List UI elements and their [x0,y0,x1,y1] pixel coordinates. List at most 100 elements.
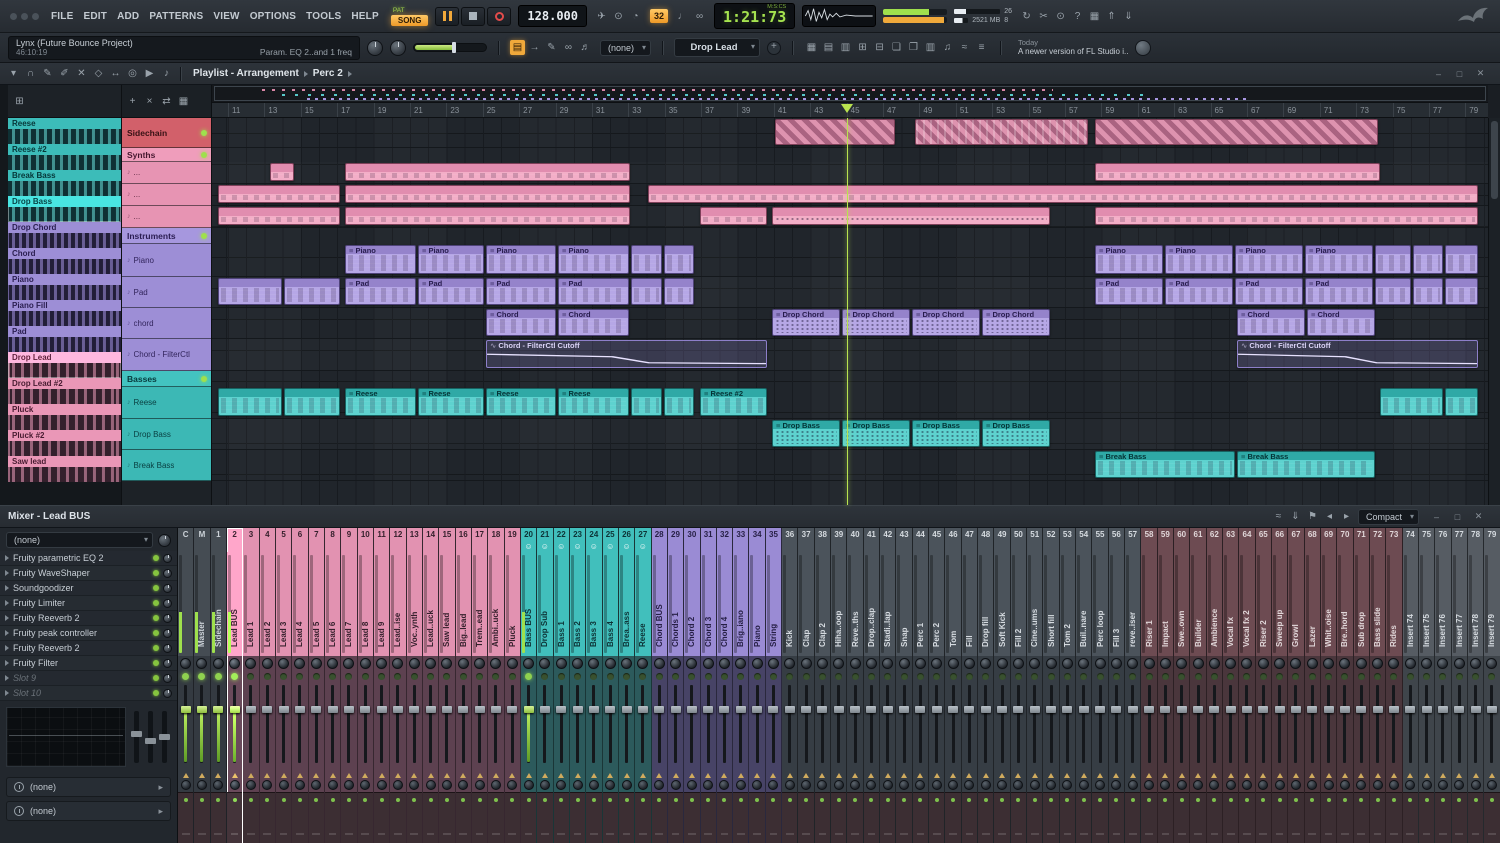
route-area[interactable] [1369,792,1386,843]
fx-slot-arrow-icon[interactable] [5,630,9,636]
fader-handle[interactable] [931,705,942,713]
airplane-icon[interactable]: ✈ [594,9,609,24]
pan-knob[interactable] [211,656,226,670]
fader-handle[interactable] [507,705,518,713]
route-area[interactable] [994,792,1010,843]
route-area[interactable] [194,792,210,843]
channel-name-panel[interactable]: Ambi..uck [488,552,504,656]
route-area[interactable] [210,792,226,843]
route-area[interactable] [259,792,275,843]
mute-led[interactable] [635,670,650,682]
mute-led[interactable] [325,670,340,682]
stereo-knob[interactable] [260,778,275,792]
mute-led[interactable] [1141,670,1156,682]
fader-handle[interactable] [719,705,730,713]
fader-handle[interactable] [1095,705,1106,713]
channel-name-panel[interactable]: Bass 3 [586,552,602,656]
mute-led[interactable] [260,670,275,682]
route-area[interactable] [782,792,798,843]
mute-led[interactable] [684,670,699,682]
fader-handle[interactable] [294,705,305,713]
stereo-knob[interactable] [178,778,193,792]
volume-fader[interactable] [1060,682,1075,766]
mixer-title[interactable]: Mixer - Lead BUS [8,511,90,522]
stereo-knob[interactable] [390,778,405,792]
minimize-button[interactable]: – [1429,509,1444,524]
stereo-knob[interactable] [978,778,993,792]
volume-fader[interactable] [227,682,242,766]
playlist-clip[interactable]: Drop Bass [842,420,910,447]
playlist-clip[interactable]: Pad [1165,278,1233,305]
playlist-grid[interactable]: 11 13 15 17 19 21 23 25 27 29 31 33 35 37 39 41 43 45 47 49… [212,85,1488,505]
playlist-clip[interactable] [631,388,662,416]
volume-fader[interactable] [701,682,716,766]
mute-led[interactable] [488,670,503,682]
volume-fader[interactable] [994,682,1009,766]
automation-clip[interactable]: Chord - FilterCtl Cutoff [486,340,767,368]
playlist-clip[interactable]: Piano [1305,245,1373,274]
volume-fader[interactable] [439,682,454,766]
mute-led[interactable] [1092,670,1107,682]
pan-knob[interactable] [1305,656,1320,670]
mixer-channel[interactable]: 54 Buil..nare [1076,528,1093,843]
fader-handle[interactable] [1339,705,1350,713]
arrow-right-icon[interactable]: → [527,40,542,55]
route-area[interactable] [1027,792,1043,843]
pan-knob[interactable] [1043,656,1058,670]
stereo-knob[interactable] [1011,778,1026,792]
mute-led[interactable] [1403,670,1418,682]
mixer-channel[interactable]: 79 Insert 79 [1484,528,1500,843]
stereo-knob[interactable] [325,778,340,792]
route-area[interactable] [929,792,945,843]
pat-song-toggle[interactable]: PAT SONG [390,7,429,26]
channel-name-panel[interactable]: Insert 79 [1484,552,1500,656]
playlist-clip[interactable]: Drop Chord [842,309,910,336]
channel-name-panel[interactable]: Sidechain [210,552,226,656]
volume-fader[interactable] [1141,682,1156,766]
stereo-knob[interactable] [913,778,928,792]
fader-handle[interactable] [686,705,697,713]
mixer-channel[interactable]: 30 Chord 2 [684,528,701,843]
pan-knob[interactable] [929,656,944,670]
mute-led[interactable] [374,670,389,682]
playlist-clip[interactable] [218,185,340,203]
track-header[interactable]: Drop Bass [122,419,211,450]
mute-led[interactable] [1027,670,1042,682]
mute-led[interactable] [243,670,258,682]
stereo-knob[interactable] [1174,778,1189,792]
playlist-clip[interactable] [664,278,694,305]
channel-name-panel[interactable]: Perc 1 [912,552,929,656]
playlist-clip[interactable]: Drop Chord [772,309,840,336]
channel-name-panel[interactable]: Reve..ths [847,552,863,656]
volume-fader[interactable] [554,682,569,766]
volume-fader[interactable] [1484,682,1499,766]
track-header[interactable]: Break Bass [122,450,211,481]
pattern-item[interactable]: Piano Fill [8,300,121,326]
playlist-clip[interactable]: Pad [486,278,556,305]
volume-fader[interactable] [1403,682,1418,766]
mixer-channel[interactable]: 56 Fill 3 [1108,528,1126,843]
mixer-channel[interactable]: 9 Lead 7 [341,528,358,843]
pan-knob[interactable] [815,656,830,670]
route-area[interactable] [1271,792,1288,843]
playlist-clip[interactable]: Break Bass [1237,451,1375,478]
volume-fader[interactable] [1011,682,1026,766]
channel-name-panel[interactable]: Fill [961,552,978,656]
mixer-channel[interactable]: 36 Kick [782,528,799,843]
track-header[interactable]: Instruments [122,228,211,244]
channel-name-panel[interactable]: Buil..nare [1076,552,1092,656]
volume-fader[interactable] [1419,682,1434,766]
route-area[interactable] [488,792,504,843]
insert-volume-knob[interactable] [158,533,171,547]
pan-knob[interactable] [423,656,438,670]
mixer-channel[interactable]: 69 Whit..oise [1320,528,1338,843]
fx-mix-knob[interactable] [163,673,172,683]
fader-handle[interactable] [1470,705,1481,713]
grid-browser-icon[interactable]: ▦ [804,40,819,55]
volume-fader[interactable] [1109,682,1124,766]
fx-enable-led[interactable] [153,615,159,621]
pattern-item[interactable]: Break Bass [8,170,121,196]
route-area[interactable] [439,792,455,843]
fader-handle[interactable] [262,705,273,713]
pan-knob[interactable] [505,656,520,670]
